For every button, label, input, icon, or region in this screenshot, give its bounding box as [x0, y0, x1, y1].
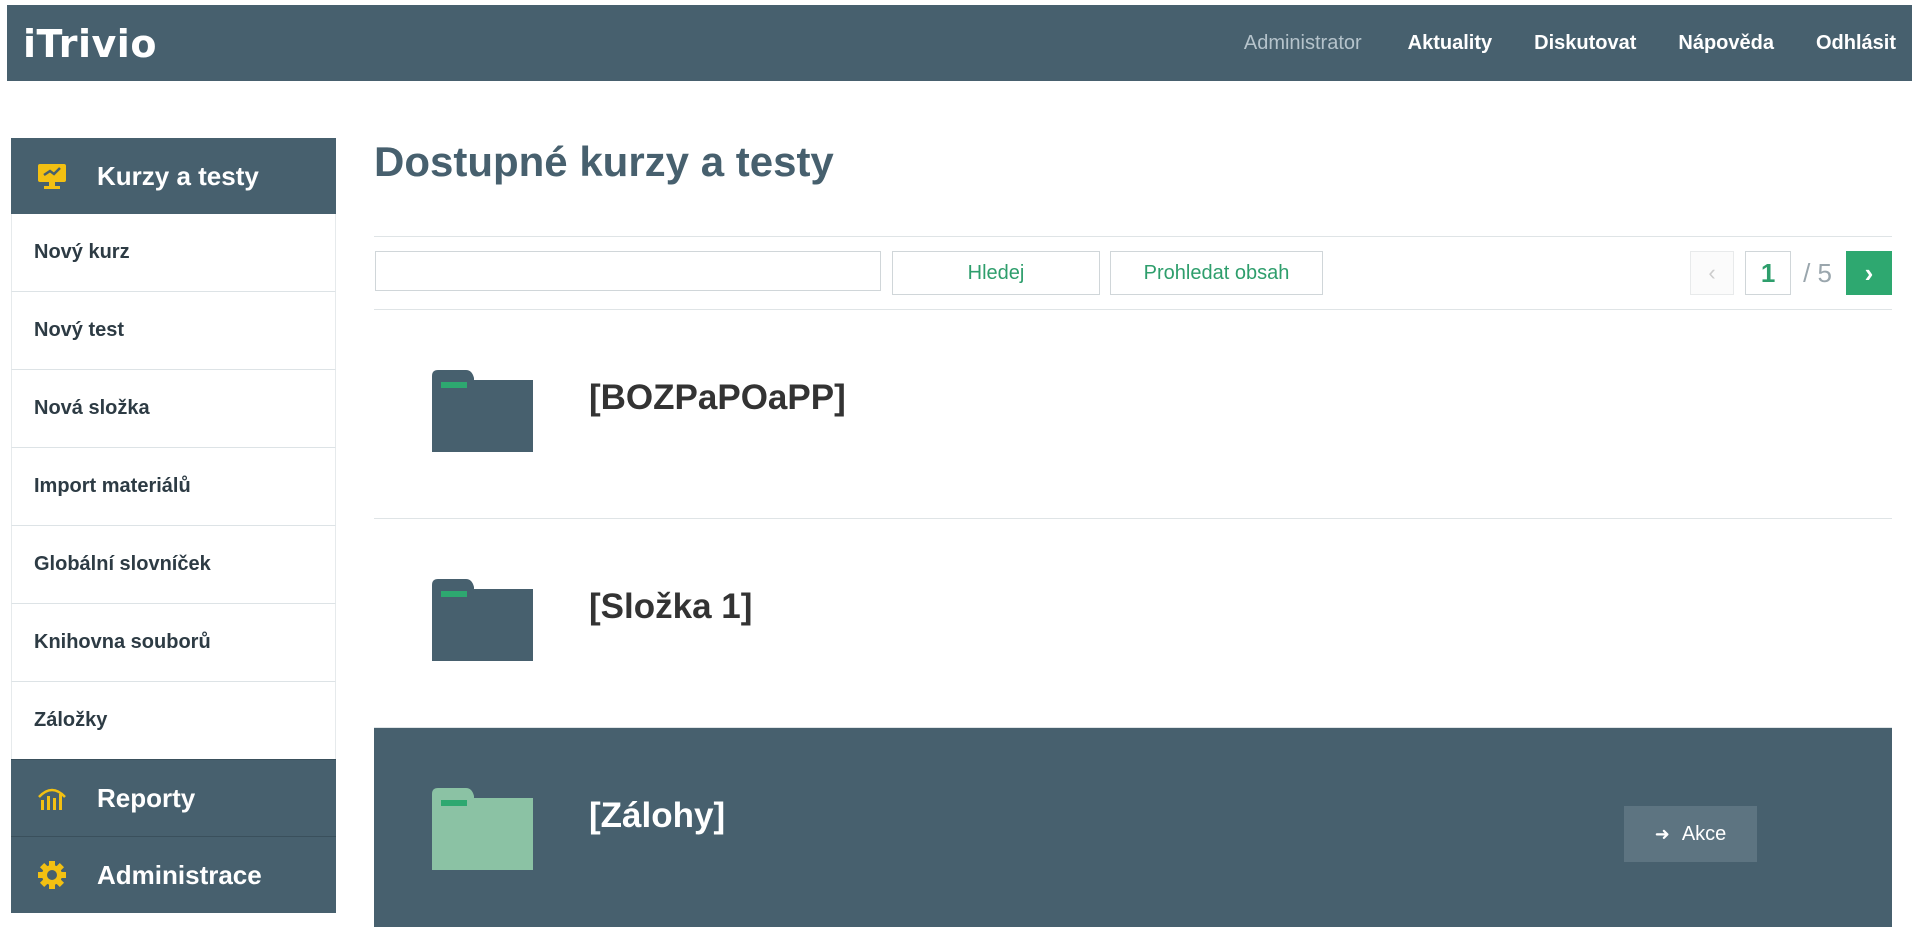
sidebar-item-zalozky[interactable]: Záložky — [11, 682, 336, 759]
prev-page-button[interactable]: ‹ — [1690, 251, 1735, 295]
gear-icon — [37, 860, 67, 890]
search-button[interactable]: Hledej — [892, 251, 1100, 295]
folder-name[interactable]: [BOZPaPOaPP] — [589, 378, 846, 418]
chart-icon — [37, 783, 67, 813]
sidebar-section-label: Kurzy a testy — [97, 160, 259, 191]
pagination: ‹ 1 / 5 › — [1690, 251, 1892, 295]
sidebar-item-novy-kurz[interactable]: Nový kurz — [11, 214, 336, 292]
sidebar-item-novy-test[interactable]: Nový test — [11, 292, 336, 370]
search-content-button[interactable]: Prohledat obsah — [1110, 251, 1323, 295]
search-input[interactable] — [375, 251, 881, 291]
folder-list: [BOZPaPOaPP] [Složka 1] [Zálohy] ➜ Akce — [374, 310, 1892, 927]
sidebar-section-label: Administrace — [97, 859, 262, 890]
sidebar-section-administrace[interactable]: Administrace — [11, 836, 336, 913]
page-total: / 5 — [1803, 257, 1832, 288]
folder-icon — [432, 788, 533, 870]
sidebar-item-slovnicek[interactable]: Globální slovníček — [11, 526, 336, 604]
app-logo[interactable]: iTrivio — [23, 22, 157, 66]
list-item[interactable]: [BOZPaPOaPP] — [374, 310, 1892, 519]
action-button[interactable]: ➜ Akce — [1624, 806, 1757, 862]
main-content: Dostupné kurzy a testy Hledej Prohledat … — [374, 118, 1892, 927]
folder-name[interactable]: [Zálohy] — [589, 796, 725, 836]
folder-name[interactable]: [Složka 1] — [589, 587, 752, 627]
current-page[interactable]: 1 — [1745, 251, 1792, 295]
sidebar-section-reporty[interactable]: Reporty — [11, 759, 336, 836]
action-label: Akce — [1681, 822, 1727, 845]
nav-odhlasit[interactable]: Odhlásit — [1816, 32, 1896, 55]
sidebar: Kurzy a testy Nový kurz Nový test Nová s… — [11, 138, 336, 913]
page-title: Dostupné kurzy a testy — [374, 138, 834, 185]
sidebar-item-import[interactable]: Import materiálů — [11, 448, 336, 526]
nav-diskutovat[interactable]: Diskutovat — [1534, 32, 1636, 55]
sidebar-item-nova-slozka[interactable]: Nová složka — [11, 370, 336, 448]
top-nav: Administrator Aktuality Diskutovat Nápov… — [1202, 5, 1896, 81]
folder-icon — [432, 579, 533, 661]
nav-napoveda[interactable]: Nápověda — [1678, 32, 1774, 55]
nav-aktuality[interactable]: Aktuality — [1408, 32, 1492, 55]
sidebar-section-label: Reporty — [97, 782, 196, 813]
list-item-selected[interactable]: [Zálohy] ➜ Akce — [374, 728, 1892, 927]
top-bar: iTrivio Administrator Aktuality Diskutov… — [7, 5, 1912, 81]
sidebar-section-kurzy[interactable]: Kurzy a testy — [11, 138, 336, 214]
monitor-icon — [37, 161, 67, 191]
user-name[interactable]: Administrator — [1244, 32, 1362, 55]
sidebar-item-knihovna[interactable]: Knihovna souborů — [11, 604, 336, 682]
folder-icon — [432, 370, 533, 452]
list-item[interactable]: [Složka 1] — [374, 519, 1892, 728]
arrow-right-icon: ➜ — [1654, 823, 1670, 844]
next-page-button[interactable]: › — [1846, 251, 1892, 295]
search-toolbar: Hledej Prohledat obsah ‹ 1 / 5 › — [374, 236, 1892, 310]
